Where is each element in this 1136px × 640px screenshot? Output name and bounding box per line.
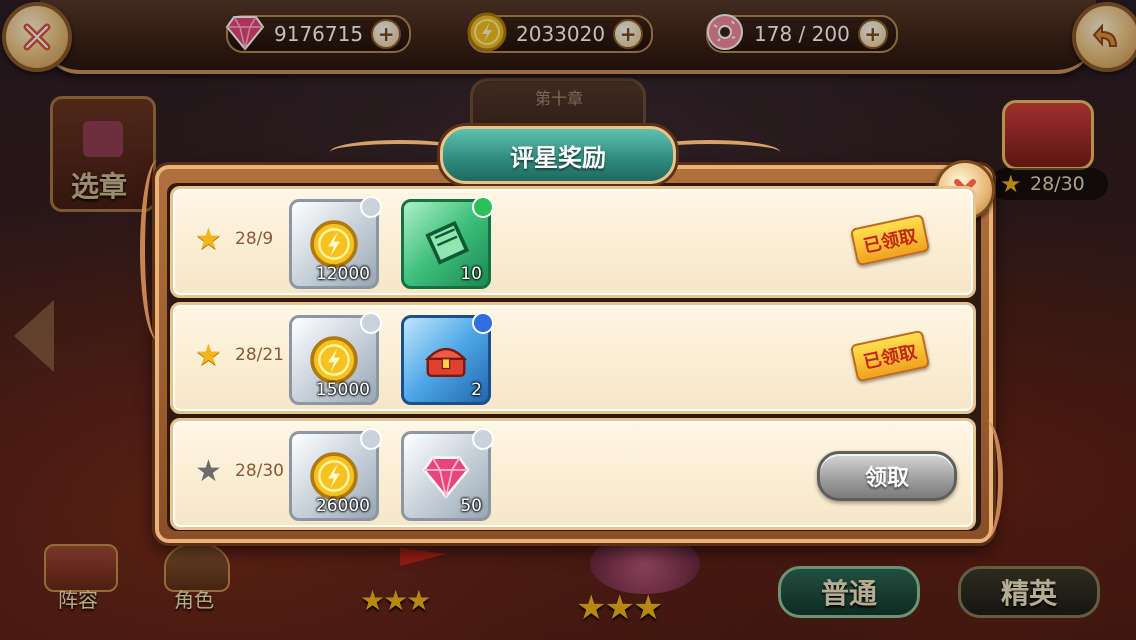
star-icon: ★ xyxy=(195,454,222,489)
claimed-stamp: 已领取 xyxy=(849,213,931,267)
claimed-label: 已领取 xyxy=(861,341,919,374)
reward-item-chest[interactable]: 2 xyxy=(401,312,494,405)
rarity-pin xyxy=(472,312,494,334)
star-requirement: 28/21 xyxy=(235,345,284,365)
dialog-title-plate: 评星奖励 xyxy=(440,126,676,184)
claimed-label: 已领取 xyxy=(861,225,919,258)
star-icon: ★ xyxy=(195,222,222,257)
reward-item-coins[interactable]: 26000 xyxy=(289,428,382,521)
reward-item-ticket[interactable]: 10 xyxy=(401,196,494,289)
item-count: 15000 xyxy=(315,380,370,400)
rarity-pin xyxy=(360,196,382,218)
reward-row: ★ 28/21 15000 2 已领取 xyxy=(170,302,976,414)
item-count: 12000 xyxy=(315,264,370,284)
star-icon: ★ xyxy=(195,338,222,373)
reward-item-coins[interactable]: 15000 xyxy=(289,312,382,405)
rarity-pin xyxy=(360,428,382,450)
item-count: 50 xyxy=(460,496,482,516)
claim-reward-button[interactable]: 领取 xyxy=(817,451,957,501)
claim-label: 领取 xyxy=(864,466,909,491)
reward-item-gems[interactable]: 50 xyxy=(401,428,494,521)
claimed-stamp: 已领取 xyxy=(849,329,931,383)
red-chest-icon xyxy=(424,347,468,378)
item-count: 2 xyxy=(471,380,482,400)
reward-row: ★ 28/9 12000 10 已领取 xyxy=(170,186,976,298)
rarity-pin xyxy=(360,312,382,334)
item-count: 10 xyxy=(460,264,482,284)
reward-item-coins[interactable]: 12000 xyxy=(289,196,382,289)
star-requirement: 28/30 xyxy=(235,461,284,481)
reward-row: ★ 28/30 26000 50 领取 xyxy=(170,418,976,530)
star-requirement: 28/9 xyxy=(235,229,274,249)
item-count: 26000 xyxy=(315,496,370,516)
rarity-pin xyxy=(472,428,494,450)
rarity-pin xyxy=(472,196,494,218)
dialog-title: 评星奖励 xyxy=(510,143,606,172)
